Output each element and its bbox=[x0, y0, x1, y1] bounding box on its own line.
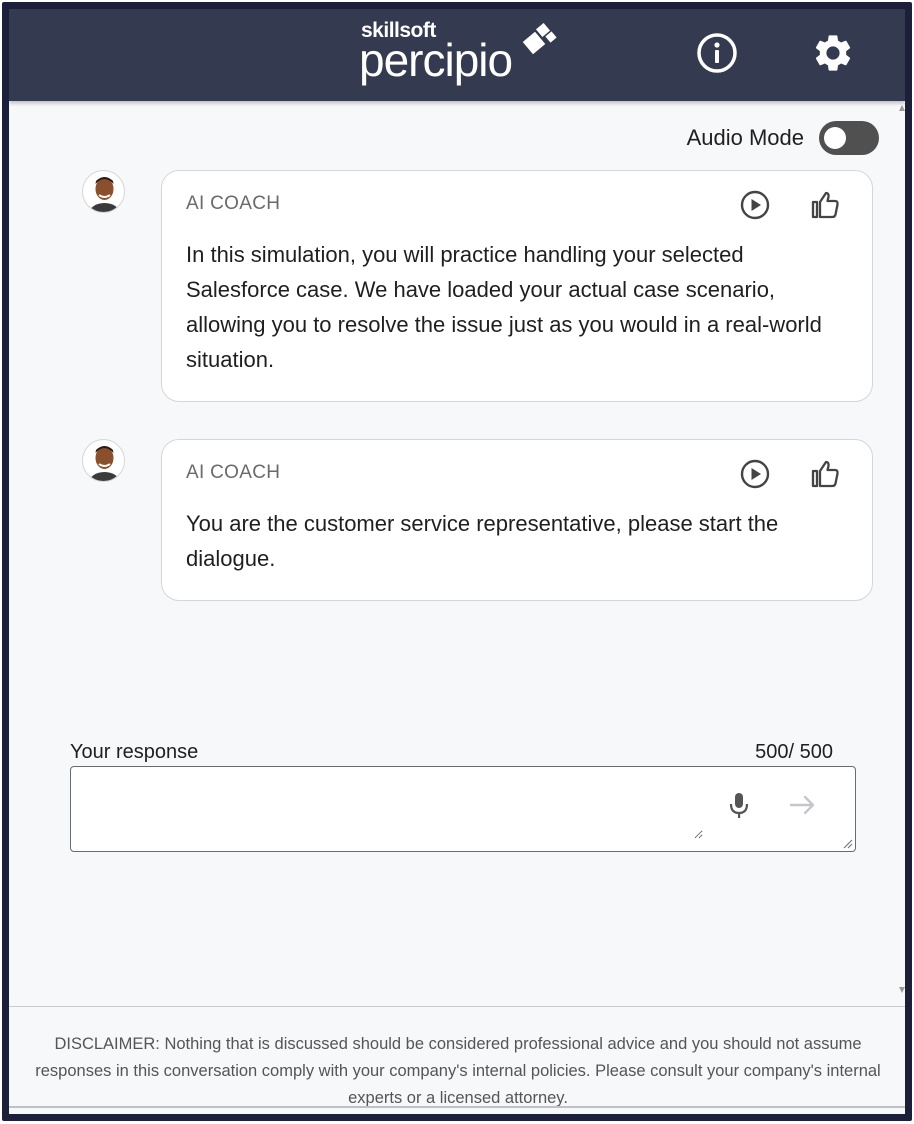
response-label: Your response bbox=[70, 741, 199, 763]
percipio-logo: skillsoft percipio bbox=[352, 17, 572, 97]
logo-mark-icon bbox=[522, 23, 557, 55]
response-input[interactable] bbox=[83, 779, 703, 839]
chat-message: AI COACH You are the customer service re… bbox=[161, 439, 873, 601]
footer-divider bbox=[9, 1006, 905, 1007]
ai-coach-avatar bbox=[82, 170, 125, 213]
audio-mode-toggle[interactable] bbox=[819, 121, 879, 155]
gear-icon bbox=[815, 35, 851, 71]
message-sender: AI COACH bbox=[186, 462, 281, 483]
disclaimer-text: DISCLAIMER: Nothing that is discussed sh… bbox=[35, 1035, 881, 1107]
bottom-divider bbox=[9, 1106, 905, 1108]
settings-button[interactable] bbox=[809, 29, 857, 77]
play-audio-icon[interactable] bbox=[738, 457, 772, 491]
thumbs-up-icon[interactable] bbox=[808, 457, 842, 491]
app-header: skillsoft percipio bbox=[9, 9, 905, 101]
audio-mode-row: Audio Mode bbox=[687, 121, 879, 155]
message-text: In this simulation, you will practice ha… bbox=[186, 242, 822, 372]
coach-avatar-icon bbox=[89, 177, 120, 212]
send-arrow-icon[interactable] bbox=[785, 787, 821, 823]
ai-coach-avatar bbox=[82, 439, 125, 482]
coach-avatar-icon bbox=[89, 446, 120, 481]
logo-percipio-text: percipio bbox=[359, 34, 513, 86]
response-box bbox=[70, 766, 856, 852]
microphone-icon[interactable] bbox=[721, 787, 757, 823]
audio-mode-label: Audio Mode bbox=[686, 125, 804, 150]
info-button[interactable] bbox=[693, 29, 741, 77]
toggle-knob bbox=[824, 127, 846, 149]
message-text: You are the customer service representat… bbox=[186, 511, 779, 571]
character-counter: 500/ 500 bbox=[755, 741, 833, 763]
play-audio-icon[interactable] bbox=[738, 188, 772, 222]
info-circle-icon bbox=[697, 33, 737, 73]
app-window: skillsoft percipio Audio Mode AI COACH I… bbox=[2, 2, 912, 1121]
scroll-up-arrow-icon[interactable] bbox=[899, 105, 905, 111]
thumbs-up-icon[interactable] bbox=[808, 188, 842, 222]
resize-handle-icon[interactable] bbox=[841, 837, 853, 849]
chat-message: AI COACH In this simulation, you will pr… bbox=[161, 170, 873, 402]
message-sender: AI COACH bbox=[186, 193, 281, 214]
scroll-down-arrow-icon[interactable] bbox=[899, 987, 905, 993]
